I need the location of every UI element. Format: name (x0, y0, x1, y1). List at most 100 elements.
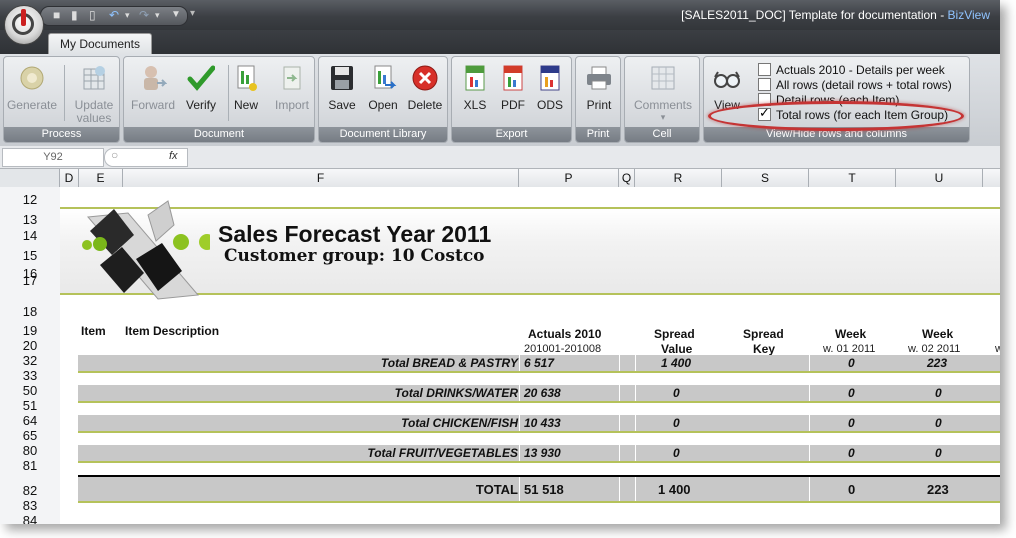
highlight-ellipse (708, 101, 964, 131)
table-row[interactable]: Total FRUIT/VEGETABLES 13 930 0 0 0 (78, 445, 1000, 463)
week-2-value: 223 (927, 356, 948, 370)
divider (619, 355, 620, 371)
column-header[interactable]: R (635, 169, 722, 187)
row-header[interactable]: 81 (0, 458, 60, 473)
column-header[interactable]: Q (619, 169, 635, 187)
row-header[interactable]: 17 (0, 276, 60, 285)
spread-value: 1 400 (661, 356, 692, 370)
row-header[interactable]: 64 (0, 413, 60, 428)
update-values-icon (83, 66, 105, 90)
pdf-icon (503, 65, 523, 91)
column-header[interactable]: U (896, 169, 983, 187)
row-label: Total BREAD & PASTRY (380, 356, 518, 370)
row-header[interactable]: 19 (0, 323, 60, 338)
ods-button[interactable]: ODS (524, 61, 576, 123)
new-button[interactable]: New (220, 61, 272, 123)
worksheet[interactable]: Sales Forecast Year 2011 Customer group:… (60, 187, 1000, 524)
tab-my-documents[interactable]: My Documents (48, 33, 152, 55)
divider (809, 385, 810, 401)
forward-icon (144, 66, 167, 90)
header-week-t-date: w. 01 2011 (823, 343, 876, 355)
divider (635, 385, 636, 401)
ods-label: ODS (536, 98, 563, 112)
column-header[interactable]: F (123, 169, 519, 187)
import-button[interactable]: Import (266, 61, 318, 123)
table-row[interactable]: Total CHICKEN/FISH 10 433 0 0 0 (78, 415, 1000, 433)
generate-button[interactable]: Generate (6, 61, 58, 123)
print-button[interactable]: Print (573, 61, 625, 123)
application-menu-button[interactable] (4, 5, 44, 45)
week-2-value: 0 (935, 386, 942, 400)
actuals-value: 10 433 (524, 416, 561, 430)
row-header[interactable]: 14 (0, 228, 60, 243)
divider (619, 385, 620, 401)
undo-dropdown-icon[interactable]: ▾ (125, 10, 130, 21)
database-icon[interactable]: ▯ (89, 8, 96, 22)
fx-box[interactable]: ○ fx (104, 148, 188, 167)
column-header[interactable]: T (809, 169, 896, 187)
header-actuals: Actuals 2010 (528, 327, 602, 341)
window-title-document: [SALES2011_DOC] Template for documentati… (681, 8, 948, 22)
row-header[interactable]: 18 (0, 304, 60, 319)
redo-icon[interactable]: ↷ (139, 8, 149, 22)
redo-dropdown-icon[interactable]: ▾ (155, 10, 160, 21)
group-export: XLS PDF ODS Export (451, 56, 572, 143)
column-header[interactable]: P (519, 169, 619, 187)
comments-label: Comments (633, 98, 692, 112)
column-header[interactable]: E (79, 169, 123, 187)
grand-total-week-1: 0 (848, 482, 856, 497)
group-print: Print Print (575, 56, 621, 143)
table-row[interactable]: Total DRINKS/WATER 20 638 0 0 0 (78, 385, 1000, 403)
select-all-corner[interactable] (0, 169, 60, 187)
column-header[interactable]: S (722, 169, 809, 187)
spread-value: 0 (673, 416, 680, 430)
row-header[interactable]: 12 (0, 192, 60, 207)
actuals-value: 6 517 (524, 356, 555, 370)
row-header[interactable]: 50 (0, 383, 60, 398)
header-week-next-date: w (995, 343, 1000, 355)
title-bar: ■ ▮ ▯ ↶ ▾ ↷ ▾ ▼ ▾ [SALES2011_DOC] Templa… (0, 0, 1000, 30)
row-header[interactable]: 83 (0, 498, 60, 513)
row-header[interactable]: 82 (0, 483, 60, 498)
row-header[interactable]: 33 (0, 368, 60, 383)
row-label: Total DRINKS/WATER (394, 386, 518, 400)
row-header[interactable]: 13 (0, 212, 60, 227)
row-header[interactable]: 20 (0, 338, 60, 353)
undo-icon[interactable]: ↶ (109, 8, 119, 22)
row-header[interactable]: 65 (0, 428, 60, 443)
spread-value: 0 (673, 386, 680, 400)
more-commands-icon[interactable]: ▾ (190, 8, 195, 19)
comments-button[interactable]: Comments ▾ (627, 61, 699, 123)
checkbox[interactable] (758, 78, 771, 91)
checkbox[interactable] (758, 63, 771, 76)
divider (635, 355, 636, 371)
name-box[interactable]: Y92 (2, 148, 104, 167)
delete-button[interactable]: Delete (399, 61, 451, 123)
update-values-button[interactable]: Update values (68, 61, 120, 125)
option-actuals-details[interactable]: Actuals 2010 - Details per week (758, 63, 945, 77)
forward-button[interactable]: Forward (127, 61, 179, 123)
header-spread-value: Spread (654, 327, 695, 341)
divider (519, 355, 520, 371)
delete-label: Delete (407, 98, 443, 112)
divider (619, 477, 620, 501)
option-all-rows[interactable]: All rows (detail rows + total rows) (758, 78, 952, 92)
row-header[interactable]: 51 (0, 398, 60, 413)
grand-total-row[interactable]: TOTAL 51 518 1 400 0 223 (78, 475, 1000, 503)
customize-toolbar-icon[interactable]: ▼ (171, 9, 181, 20)
group-label-cell: Cell (625, 127, 699, 142)
header-spread-value-2: Value (661, 342, 693, 356)
report-title: Sales Forecast Year 2011 (218, 221, 492, 247)
row-header[interactable]: 32 (0, 353, 60, 368)
header-spread-key-2: Key (753, 342, 776, 356)
row-header[interactable]: 80 (0, 443, 60, 458)
table-row[interactable]: Total BREAD & PASTRY 6 517 1 400 0 223 (78, 355, 1000, 373)
row-header[interactable]: 15 (0, 248, 60, 263)
ribbon-tab-strip: My Documents (0, 30, 1000, 55)
folder-icon[interactable]: ▮ (71, 8, 78, 22)
header-spread-key: Spread (743, 327, 784, 341)
column-header[interactable]: D (60, 169, 79, 187)
row-header[interactable]: 84 (0, 513, 60, 524)
group-process: Generate Update values Process (3, 56, 120, 143)
save-icon[interactable]: ■ (53, 8, 60, 22)
